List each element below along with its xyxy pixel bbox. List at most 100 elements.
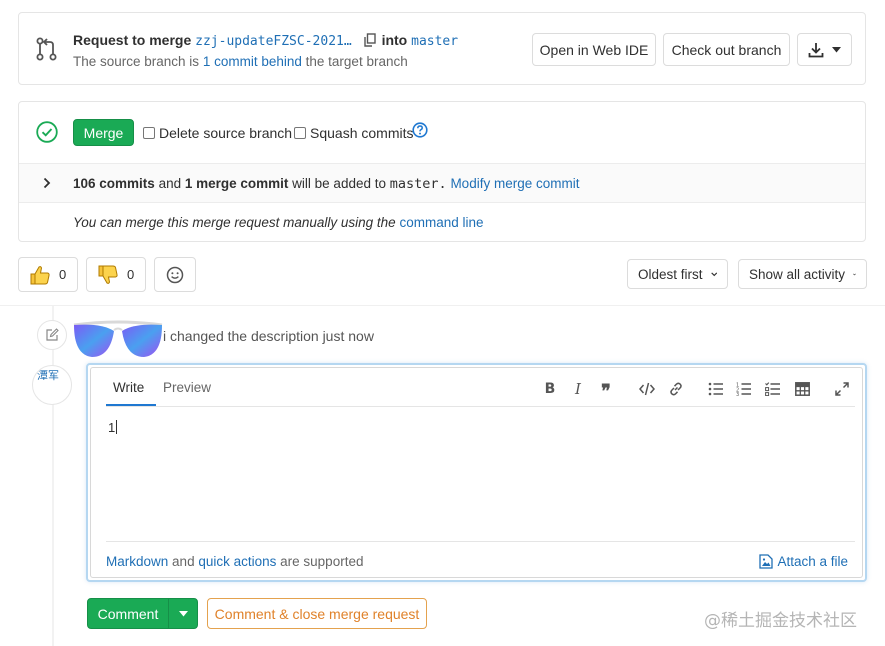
- merge-request-icon: [36, 37, 57, 61]
- download-icon: [808, 42, 824, 57]
- ready-to-merge-icon: [36, 121, 58, 143]
- sunglasses-avatar-overlay: [73, 320, 163, 357]
- modify-merge-commit-link[interactable]: Modify merge commit: [450, 176, 579, 191]
- request-prefix: Request to merge: [73, 32, 192, 48]
- merge-actions-row: Merge Delete source branch Squash commit…: [19, 102, 865, 163]
- markdown-hint-supported: are supported: [280, 554, 364, 569]
- squash-commits-checkbox[interactable]: Squash commits: [294, 125, 413, 141]
- comment-textarea[interactable]: 1: [108, 420, 118, 435]
- commits-count: 106 commits: [73, 176, 155, 191]
- table-icon[interactable]: [794, 381, 810, 397]
- manual-merge-hint: You can merge this merge request manuall…: [73, 215, 484, 230]
- sort-order-label: Oldest first: [638, 266, 703, 282]
- commits-behind-link[interactable]: 1 commit behind: [203, 54, 302, 69]
- comment-editor-frame: Write Preview B I ❞ 1 2 3 1 Markdown and…: [90, 367, 863, 578]
- add-reaction-button[interactable]: [154, 257, 196, 292]
- task-list-icon[interactable]: [765, 381, 781, 397]
- branch-status-suffix: the target branch: [305, 54, 408, 69]
- help-icon[interactable]: [412, 122, 428, 138]
- commits-summary-text: 106 commits and 1 merge commit will be a…: [73, 176, 579, 192]
- avatar[interactable]: 潭军: [32, 365, 72, 405]
- thumbs-down-icon: [98, 265, 118, 284]
- delete-source-branch-checkbox[interactable]: Delete source branch: [143, 125, 292, 141]
- numbered-list-glyph: 1 2 3: [736, 383, 751, 396]
- code-icon[interactable]: [639, 381, 655, 397]
- open-in-web-ide-button[interactable]: Open in Web IDE: [532, 33, 656, 66]
- will-be-added-text: will be added to: [292, 176, 386, 191]
- delete-source-label: Delete source branch: [159, 125, 293, 141]
- table-glyph: [794, 382, 810, 396]
- merge-request-title: Request to merge zzj-updateFZSC-2021… in…: [73, 32, 458, 49]
- expand-glyph: [835, 382, 849, 396]
- squash-commits-label: Squash commits: [310, 125, 414, 141]
- tab-write[interactable]: Write: [113, 380, 144, 395]
- quote-icon[interactable]: ❞: [598, 381, 614, 401]
- link-icon[interactable]: [668, 381, 684, 397]
- activity-filter-dropdown[interactable]: Show all activity: [738, 259, 867, 289]
- copy-branch-icon[interactable]: [363, 33, 376, 47]
- fullscreen-icon[interactable]: [834, 381, 850, 397]
- tab-preview[interactable]: Preview: [163, 380, 211, 395]
- system-note-badge: [37, 320, 67, 350]
- merge-commit-count: 1 merge commit: [184, 176, 289, 191]
- sort-order-dropdown[interactable]: Oldest first: [627, 259, 728, 289]
- merge-button[interactable]: Merge: [73, 119, 134, 146]
- checkbox-box[interactable]: [143, 127, 155, 139]
- manual-merge-text: You can merge this merge request manuall…: [73, 215, 396, 230]
- quick-actions-link[interactable]: quick actions: [198, 554, 276, 569]
- activity-action-text: changed the description just now: [170, 328, 374, 344]
- commits-summary-row[interactable]: 106 commits and 1 merge commit will be a…: [19, 163, 865, 203]
- chevron-down-icon: [853, 273, 856, 275]
- comment-button[interactable]: Comment: [88, 606, 168, 622]
- source-branch-link[interactable]: zzj-updateFZSC-2021…: [195, 34, 352, 49]
- comment-editor: Write Preview B I ❞ 1 2 3 1 Markdown and…: [86, 363, 867, 582]
- markdown-link[interactable]: Markdown: [106, 554, 168, 569]
- activity-user-name[interactable]: i: [163, 328, 166, 344]
- italic-icon[interactable]: I: [570, 380, 586, 398]
- download-dropdown-button[interactable]: [797, 33, 852, 66]
- task-list-glyph: [765, 382, 780, 396]
- chevron-right-icon[interactable]: [42, 177, 52, 189]
- checkbox-box[interactable]: [294, 127, 306, 139]
- link-glyph: [670, 382, 682, 396]
- bullet-list-icon[interactable]: [708, 381, 724, 397]
- merge-request-header: Request to merge zzj-updateFZSC-2021… in…: [18, 12, 866, 85]
- activity-filter-label: Show all activity: [749, 266, 846, 282]
- attach-file-button[interactable]: Attach a file: [759, 554, 848, 569]
- watermark: @稀土掘金技术社区: [704, 611, 857, 631]
- chevron-down-icon: [832, 46, 841, 52]
- smiley-icon: [166, 266, 184, 283]
- avatar-alt-text: 潭军: [37, 370, 59, 382]
- tabs-divider: [106, 406, 855, 407]
- chevron-down-icon: [710, 271, 717, 276]
- numbered-list-icon[interactable]: 1 2 3: [736, 381, 752, 397]
- image-file-icon: [759, 554, 774, 569]
- attach-file-label: Attach a file: [777, 554, 848, 569]
- code-glyph: [639, 382, 655, 396]
- thumbs-up-icon: [30, 265, 50, 284]
- bold-icon[interactable]: B: [542, 381, 558, 397]
- comment-text: 1: [108, 420, 116, 435]
- chevron-down-icon: [178, 610, 188, 616]
- bullet-list-glyph: [708, 382, 723, 396]
- and-text: and: [158, 176, 182, 191]
- merge-widget: Merge Delete source branch Squash commit…: [18, 101, 866, 242]
- command-line-link[interactable]: command line: [399, 215, 483, 230]
- timeline-line: [52, 306, 54, 646]
- branch-status: The source branch is 1 commit behind the…: [73, 54, 408, 69]
- editor-footer-divider: [106, 541, 855, 542]
- thumbs-up-count: 0: [59, 267, 67, 282]
- thumbs-down-award-button[interactable]: 0: [86, 257, 146, 292]
- markdown-hint: Markdown and quick actions are supported: [106, 554, 363, 569]
- comment-and-close-button[interactable]: Comment & close merge request: [207, 598, 427, 629]
- pencil-square-icon: [46, 328, 59, 341]
- comment-type-dropdown[interactable]: [169, 610, 197, 617]
- check-out-branch-button[interactable]: Check out branch: [663, 33, 790, 66]
- markdown-hint-and: and: [172, 554, 195, 569]
- thumbs-up-award-button[interactable]: 0: [18, 257, 78, 292]
- section-divider: [0, 305, 885, 306]
- comment-split-button: Comment: [87, 598, 198, 629]
- target-branch-link[interactable]: master: [411, 34, 458, 49]
- thumbs-down-count: 0: [127, 267, 135, 282]
- text-caret: [116, 420, 118, 434]
